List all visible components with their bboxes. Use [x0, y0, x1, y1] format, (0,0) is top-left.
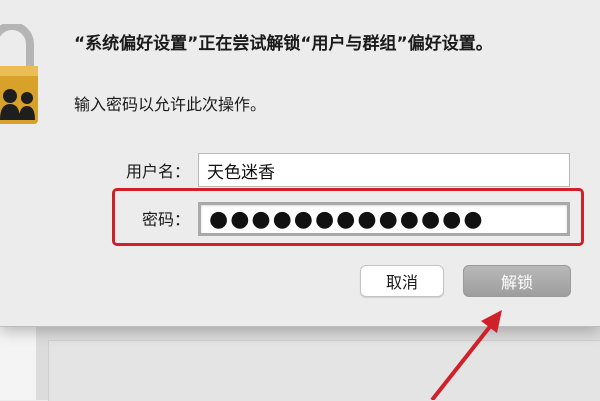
username-field[interactable] [198, 153, 570, 187]
password-field[interactable] [198, 202, 570, 236]
dialog-subtitle: 输入密码以允许此次操作。 [74, 95, 267, 114]
background-panel [48, 340, 600, 401]
background-sidebar [0, 326, 37, 400]
password-label: 密码： [141, 210, 190, 229]
dialog-title: “系统偏好设置”正在尝试解锁“用户与群组”偏好设置。 [74, 34, 493, 54]
unlock-dialog: “系统偏好设置”正在尝试解锁“用户与群组”偏好设置。 输入密码以允许此次操作。 … [0, 0, 600, 327]
cancel-button[interactable]: 取消 [360, 265, 444, 297]
username-label: 用户名： [125, 162, 190, 181]
unlock-button[interactable]: 解锁 [463, 265, 571, 297]
lock-icon [0, 24, 38, 124]
